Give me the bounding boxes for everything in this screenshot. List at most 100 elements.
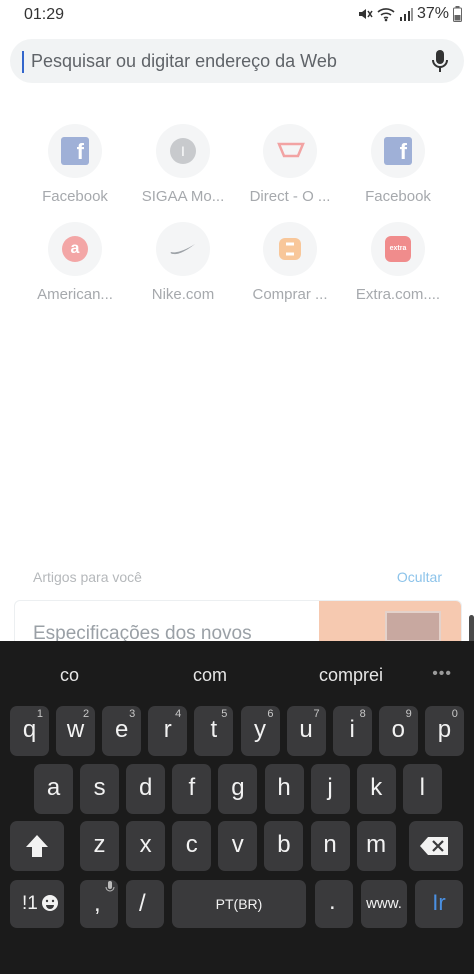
key-u[interactable]: 7u [286, 706, 326, 756]
key-label: r [163, 716, 172, 743]
shift-key[interactable] [10, 821, 64, 871]
key-label: s [93, 774, 106, 801]
key-z[interactable]: z [80, 821, 119, 871]
key-l[interactable]: l [402, 764, 442, 814]
key-v[interactable]: v [218, 821, 258, 871]
signal-icon [399, 7, 413, 21]
key-label: e [115, 716, 129, 743]
slash-key[interactable]: / [126, 880, 164, 928]
battery-icon [453, 6, 462, 22]
key-label: t [210, 716, 218, 743]
key-t[interactable]: 5t [194, 706, 234, 756]
hide-articles-link[interactable]: Ocultar [397, 569, 442, 585]
key-r[interactable]: 4r [148, 706, 188, 756]
shortcut-tile[interactable]: f Facebook [21, 124, 129, 205]
direct-icon [263, 124, 317, 178]
key-e[interactable]: 3e [102, 706, 142, 756]
key-b[interactable]: b [264, 821, 304, 871]
article-thumbnail [319, 601, 461, 642]
facebook-icon: f [371, 124, 425, 178]
key-j[interactable]: j [310, 764, 350, 814]
mic-icon[interactable] [430, 49, 450, 78]
shortcut-tile[interactable]: extra Extra.com.... [344, 222, 452, 303]
backspace-icon [420, 837, 448, 855]
key-g[interactable]: g [218, 764, 258, 814]
shortcut-tile[interactable]: Nike.com [129, 222, 237, 303]
shortcut-tile[interactable]: I SIGAA Mo... [129, 124, 237, 205]
key-n[interactable]: n [310, 821, 350, 871]
key-label: b [277, 831, 291, 858]
emoji-icon [42, 895, 58, 911]
www-key[interactable]: www. [361, 880, 407, 928]
key-label: k [370, 774, 383, 801]
shortcut-label: Direct - O ... [249, 188, 331, 205]
suggestion-2[interactable]: com [193, 665, 227, 686]
period-key[interactable]: . [315, 880, 353, 928]
symbols-key[interactable]: !1 [10, 880, 64, 928]
key-label: o [391, 716, 405, 743]
status-icons: 37% [357, 5, 462, 23]
key-hint: 9 [405, 708, 412, 720]
key-hint: 1 [36, 708, 43, 720]
go-key[interactable]: Ir [415, 880, 463, 928]
key-label: v [231, 831, 244, 858]
key-x[interactable]: x [126, 821, 166, 871]
suggestion-1[interactable]: co [60, 665, 79, 686]
key-q[interactable]: 1q [10, 706, 49, 756]
space-label: PT(BR) [215, 896, 263, 912]
key-f[interactable]: f [172, 764, 212, 814]
article-title: Especificações dos novos [33, 623, 252, 642]
key-hint: 0 [451, 708, 458, 720]
status-time: 01:29 [24, 6, 65, 23]
shortcut-tile[interactable]: a American... [21, 222, 129, 303]
more-suggestions-icon[interactable]: ••• [432, 665, 452, 683]
shortcut-tile[interactable]: Comprar ... [236, 222, 344, 303]
key-label: x [139, 831, 152, 858]
key-w[interactable]: 2w [56, 706, 96, 756]
key-y[interactable]: 6y [240, 706, 280, 756]
text-cursor [22, 51, 24, 73]
period-label: . [329, 888, 336, 915]
article-card[interactable]: Especificações dos novos [14, 600, 462, 642]
search-input[interactable]: Pesquisar ou digitar endereço da Web [31, 51, 337, 72]
slash-label: / [139, 890, 146, 917]
key-label: f [188, 774, 196, 801]
status-bar: 01:29 37% [0, 0, 474, 30]
facebook-icon: f [48, 124, 102, 178]
key-s[interactable]: s [80, 764, 120, 814]
sigaa-icon: I [156, 124, 210, 178]
shortcut-label: Nike.com [151, 286, 215, 303]
americanas-icon: a [48, 222, 102, 276]
www-label: www. [366, 895, 402, 912]
wifi-icon [377, 6, 395, 22]
key-h[interactable]: h [264, 764, 304, 814]
space-key[interactable]: PT(BR) [172, 880, 306, 928]
key-hint: 8 [359, 708, 366, 720]
key-label: z [93, 831, 106, 858]
comma-key[interactable]: , [80, 880, 118, 928]
comprar-icon [263, 222, 317, 276]
key-a[interactable]: a [34, 764, 73, 814]
key-p[interactable]: 0p [424, 706, 464, 756]
key-hint: 3 [129, 708, 136, 720]
key-label: i [349, 716, 355, 743]
key-hint: 4 [175, 708, 182, 720]
key-i[interactable]: 8i [332, 706, 372, 756]
key-d[interactable]: d [126, 764, 166, 814]
key-c[interactable]: c [172, 821, 212, 871]
key-hint: 7 [313, 708, 320, 720]
key-k[interactable]: k [356, 764, 396, 814]
key-label: q [22, 716, 37, 743]
key-label: n [323, 831, 337, 858]
shortcut-tile[interactable]: Direct - O ... [236, 124, 344, 205]
key-label: u [299, 716, 313, 743]
backspace-key[interactable] [409, 821, 463, 871]
key-m[interactable]: m [356, 821, 396, 871]
key-o[interactable]: 9o [378, 706, 418, 756]
symbols-label: !1 [22, 893, 38, 914]
search-bar[interactable]: Pesquisar ou digitar endereço da Web [10, 39, 464, 83]
suggestion-3[interactable]: comprei [319, 665, 383, 686]
keyboard: co com comprei ••• 1q2w3e4r5t6y7u8i9o0p … [0, 641, 474, 974]
voice-input-icon [105, 881, 115, 892]
shortcut-tile[interactable]: f Facebook [344, 124, 452, 205]
